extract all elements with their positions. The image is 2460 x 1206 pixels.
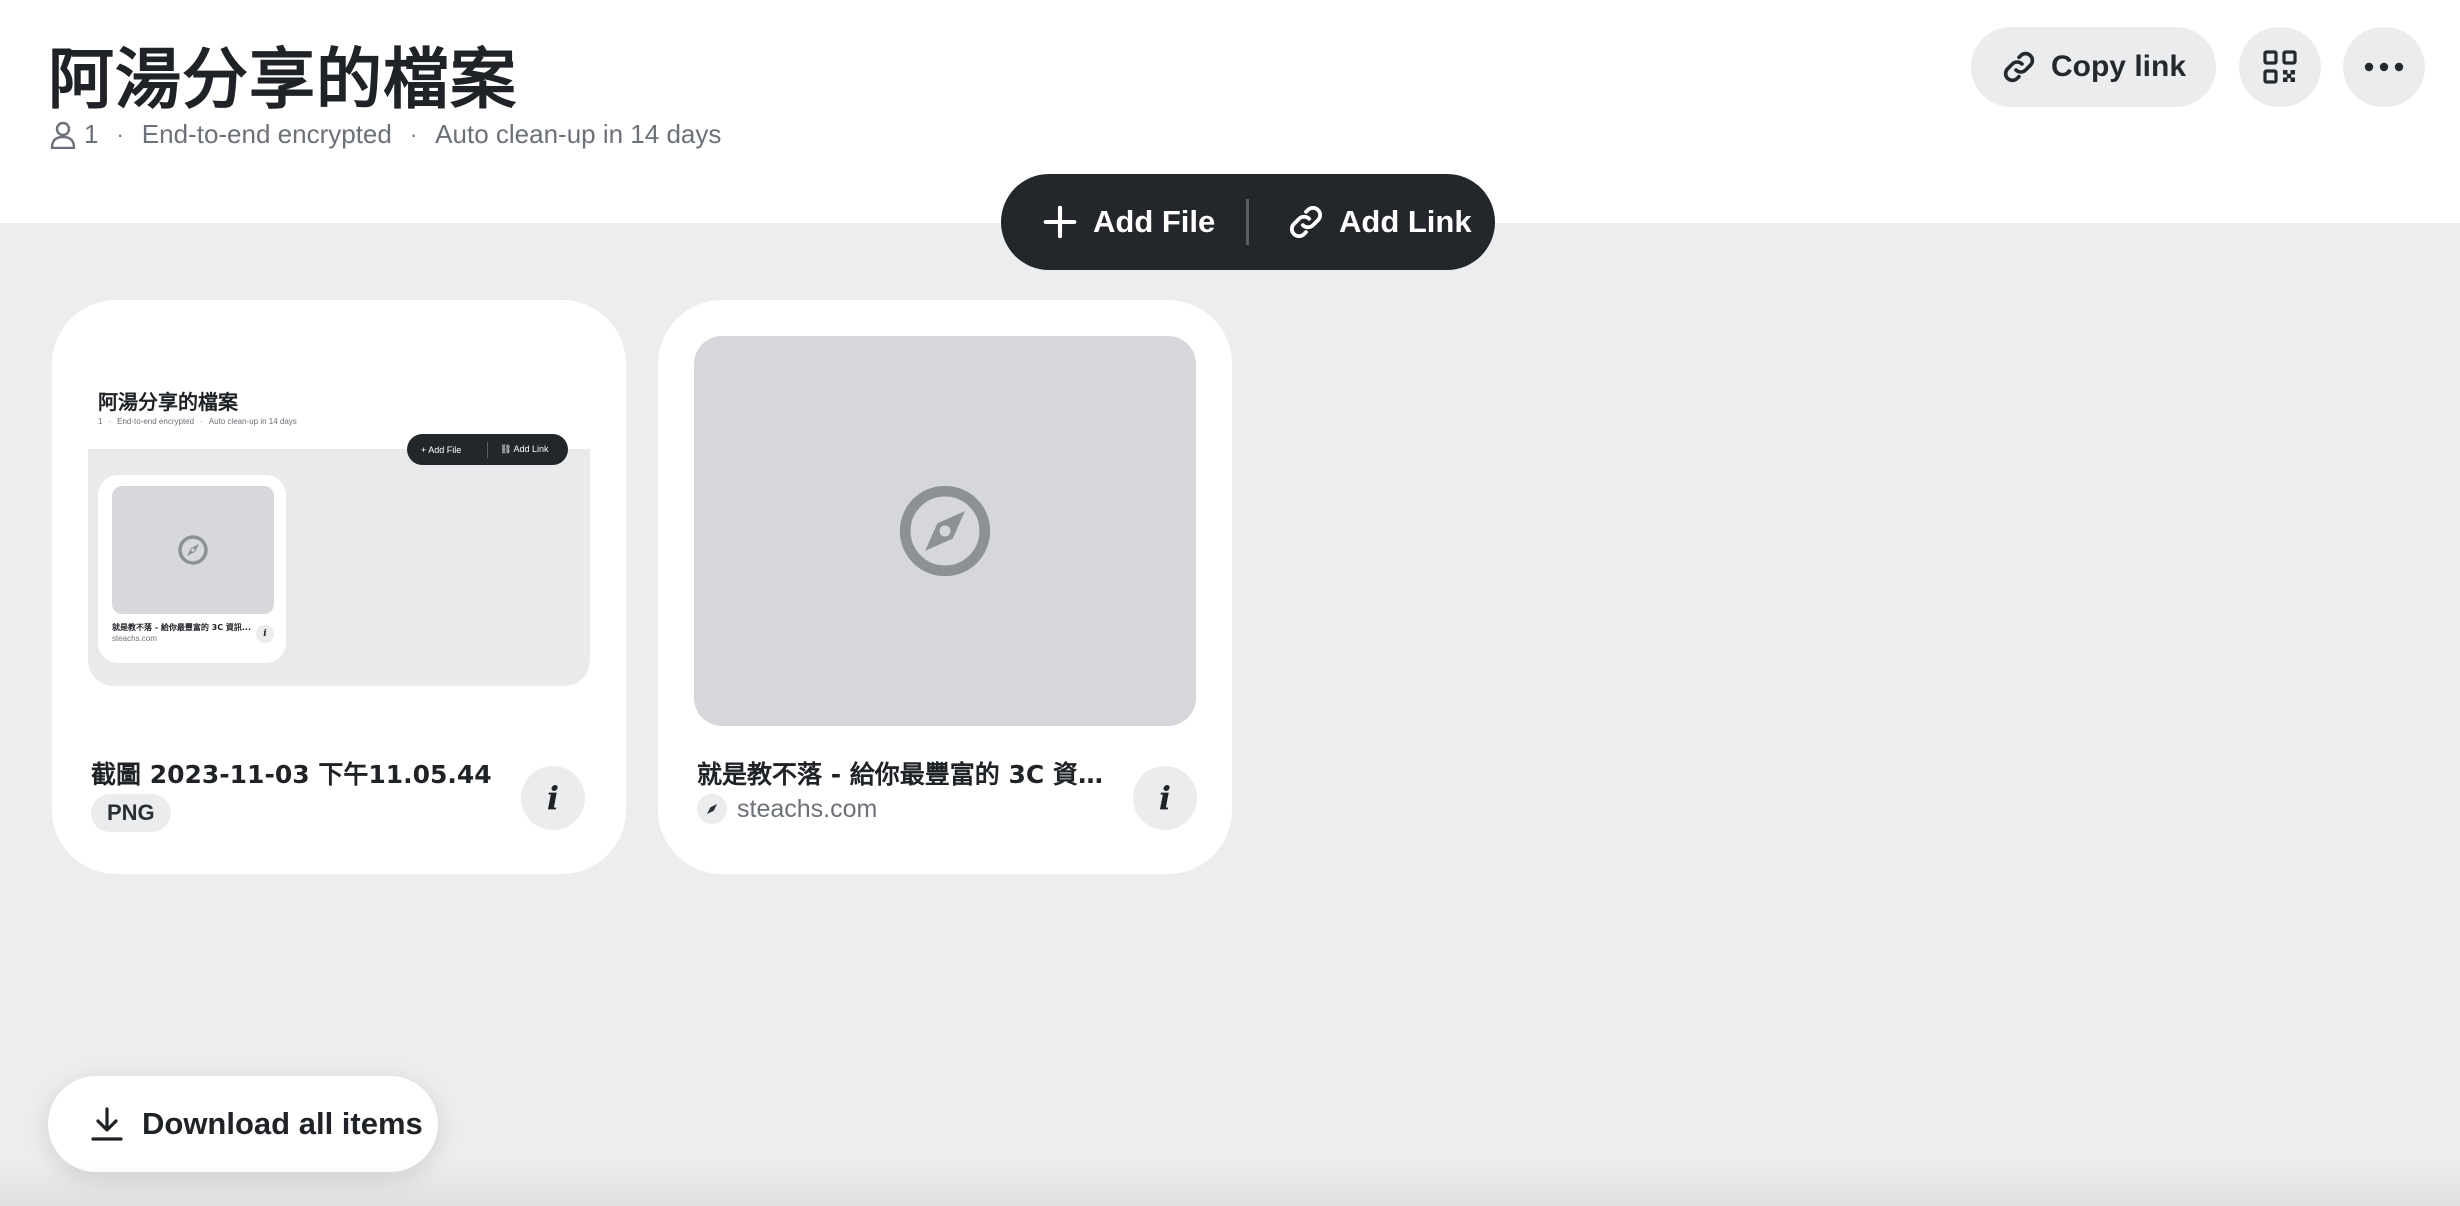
download-icon — [91, 1107, 123, 1141]
compass-icon — [706, 803, 718, 815]
separator-dot: · — [116, 121, 124, 147]
page-title: 阿湯分享的檔案 — [48, 41, 517, 118]
add-link-button[interactable]: Add Link — [1249, 174, 1472, 270]
separator-dot: · — [409, 121, 418, 147]
add-link-label: Add Link — [1339, 204, 1472, 239]
download-all-button[interactable]: Download all items — [48, 1076, 438, 1172]
copy-link-label: Copy link — [2050, 50, 2186, 83]
plus-icon — [1043, 205, 1077, 239]
link-icon — [1289, 205, 1323, 239]
qr-code-button[interactable] — [2239, 27, 2321, 107]
thumbnail-separator: · — [108, 417, 112, 426]
thumbnail-encryption: End-to-end encrypted — [117, 417, 195, 426]
more-icon — [2364, 62, 2404, 72]
file-title: 截圖 2023-11-03 下午11.05.44 — [91, 760, 492, 789]
cleanup-status: Auto clean-up in 14 days — [435, 119, 722, 149]
download-all-label: Download all items — [142, 1106, 423, 1141]
link-domain: steachs.com — [697, 794, 877, 824]
person-icon — [50, 121, 76, 149]
info-button[interactable]: i — [521, 766, 585, 830]
encryption-status: End-to-end encrypted — [141, 119, 392, 149]
link-domain-text: steachs.com — [737, 794, 878, 823]
file-card[interactable]: 阿湯分享的檔案 1 · End-to-end encrypted · Auto … — [52, 300, 626, 874]
share-meta: 1 · End-to-end encrypted · Auto clean-up… — [50, 119, 721, 150]
thumbnail-title: 阿湯分享的檔案 — [98, 390, 238, 414]
thumbnail-card-domain: steachs.com — [112, 634, 157, 643]
thumbnail-meta: 1 · End-to-end encrypted · Auto clean-up… — [98, 417, 297, 426]
add-file-label: Add File — [1093, 204, 1216, 239]
link-card[interactable]: 就是教不落 - 給你最豐富的 3C 資訊... steachs.com i — [658, 300, 1232, 874]
thumbnail-add-file: + Add File — [421, 444, 462, 455]
thumbnail-cleanup: Auto clean-up in 14 days — [208, 417, 297, 426]
add-actions-bar: Add File Add Link — [1001, 174, 1495, 270]
add-file-button[interactable]: Add File — [1001, 174, 1246, 270]
thumbnail-card-title: 就是教不落 - 給你最豐富的 3C 資訊... — [112, 623, 252, 632]
compass-icon — [899, 485, 991, 577]
member-count: 1 — [84, 119, 99, 149]
info-button[interactable]: i — [1133, 766, 1197, 830]
qr-code-icon — [2263, 50, 2297, 84]
thumbnail-card-info: i — [256, 625, 274, 643]
bottom-shade — [0, 1160, 2460, 1206]
thumbnail-separator: · — [200, 417, 203, 426]
file-thumbnail: 阿湯分享的檔案 1 · End-to-end encrypted · Auto … — [88, 374, 590, 686]
link-title: 就是教不落 - 給你最豐富的 3C 資訊... — [697, 760, 1117, 789]
thumbnail-add-link: ⛓ Add Link — [500, 444, 549, 454]
link-preview — [694, 336, 1196, 726]
thumbnail-member-count: 1 — [98, 417, 103, 426]
favicon — [697, 794, 727, 824]
more-options-button[interactable] — [2343, 27, 2425, 107]
copy-link-button[interactable]: Copy link — [1971, 27, 2216, 107]
link-icon — [2003, 51, 2035, 83]
compass-icon — [178, 535, 208, 565]
thumbnail-card-image — [112, 486, 274, 614]
thumbnail-actions-bar: + Add File ⛓ Add Link — [407, 434, 568, 465]
file-type-badge: PNG — [91, 794, 171, 832]
